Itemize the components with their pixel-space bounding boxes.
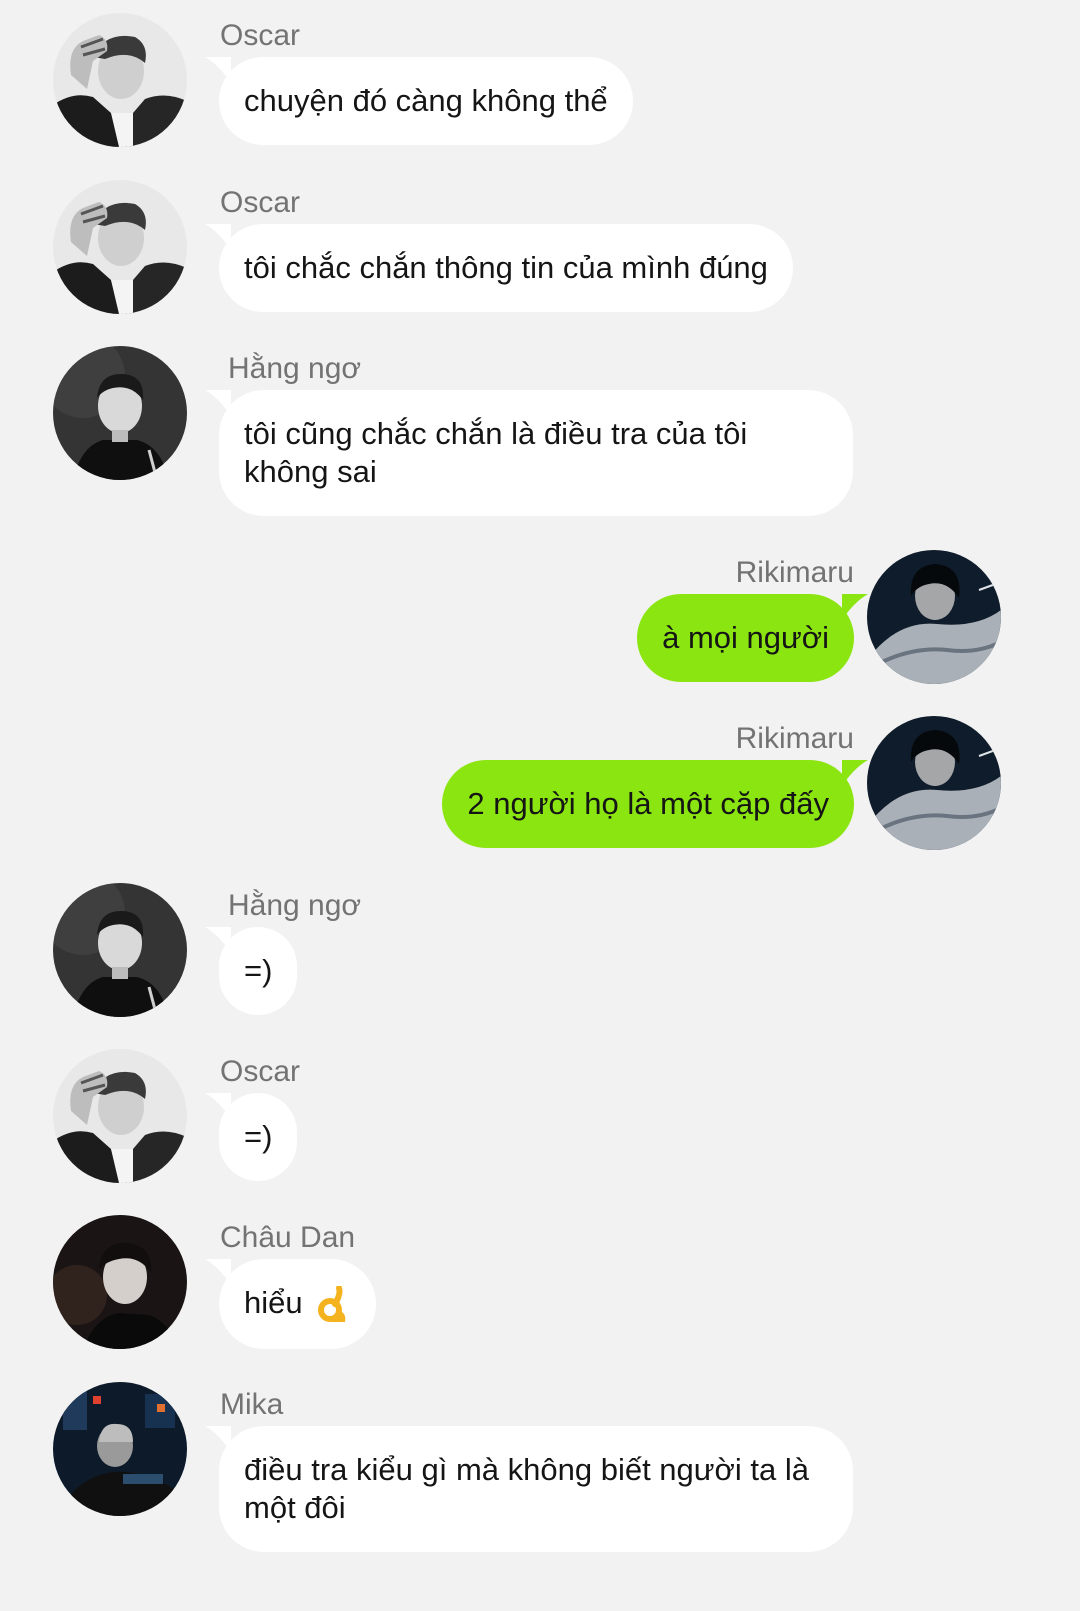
- sender-name: Hằng ngơ: [228, 352, 362, 385]
- message-text: điều tra kiểu gì mà không biết người ta …: [244, 1452, 809, 1525]
- mika-avatar[interactable]: [53, 1382, 187, 1516]
- message-bubble[interactable]: tôi cũng chắc chắn là điều tra của tôi k…: [205, 390, 853, 516]
- oscar-avatar[interactable]: [53, 13, 187, 147]
- message-bubble[interactable]: =): [205, 927, 298, 1015]
- sender-name: Rikimaru: [735, 722, 854, 755]
- message-bubble[interactable]: =): [205, 1093, 298, 1181]
- ok-hand-emoji: [318, 1285, 346, 1322]
- sender-name: Mika: [220, 1388, 284, 1421]
- rikimaru-avatar[interactable]: [867, 550, 1001, 684]
- chau-dan-avatar[interactable]: [53, 1215, 187, 1349]
- hang-ngo-avatar[interactable]: [53, 883, 187, 1017]
- message-text: =): [244, 953, 273, 988]
- oscar-avatar[interactable]: [53, 180, 187, 314]
- message-text: hiểu: [244, 1285, 303, 1320]
- message-bubble[interactable]: hiểu: [205, 1259, 377, 1349]
- message-bubble[interactable]: điều tra kiểu gì mà không biết người ta …: [205, 1426, 853, 1552]
- sender-name: Hằng ngơ: [228, 889, 362, 922]
- message-bubble[interactable]: chuyện đó càng không thể: [205, 57, 633, 145]
- message-bubble[interactable]: 2 người họ là một cặp đấy: [442, 760, 868, 848]
- chat-thread: Oscar chuyện đó càng không thể Oscar tôi…: [0, 0, 1080, 1611]
- sender-name: Châu Dan: [220, 1221, 356, 1254]
- message-text: =): [244, 1119, 273, 1154]
- sender-name: Rikimaru: [735, 556, 854, 589]
- message-text: à mọi người: [662, 620, 829, 655]
- sender-name: Oscar: [220, 1055, 301, 1088]
- sender-name: Oscar: [220, 19, 301, 52]
- message-text: tôi chắc chắn thông tin của mình đúng: [244, 250, 768, 285]
- message-text: 2 người họ là một cặp đấy: [467, 786, 829, 821]
- message-text: chuyện đó càng không thể: [244, 83, 608, 118]
- message-bubble[interactable]: tôi chắc chắn thông tin của mình đúng: [205, 224, 793, 312]
- message-text: tôi cũng chắc chắn là điều tra của tôi k…: [244, 416, 748, 489]
- sender-name: Oscar: [220, 186, 301, 219]
- message-bubble[interactable]: à mọi người: [637, 594, 868, 682]
- oscar-avatar[interactable]: [53, 1049, 187, 1183]
- hang-ngo-avatar[interactable]: [53, 346, 187, 480]
- rikimaru-avatar[interactable]: [867, 716, 1001, 850]
